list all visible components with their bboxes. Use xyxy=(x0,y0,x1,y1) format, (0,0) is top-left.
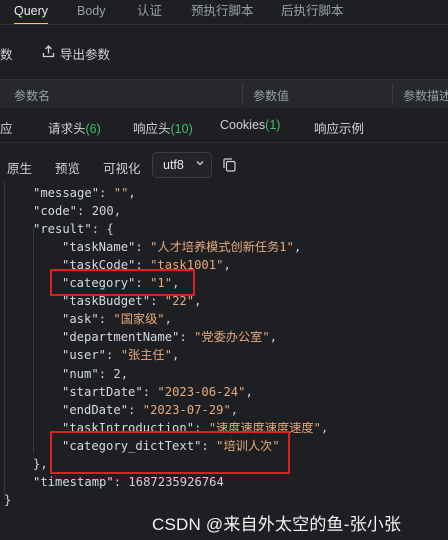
json-line: "message": "", xyxy=(33,186,136,200)
count-badge: (1) xyxy=(265,118,281,132)
json-line: "user": "张主任", xyxy=(62,348,180,363)
json-key: "endDate" xyxy=(62,402,129,417)
tab-response[interactable]: 应 xyxy=(0,118,13,137)
json-key: "result" xyxy=(33,222,92,237)
chevron-down-icon xyxy=(196,161,204,166)
json-punctuation: , xyxy=(293,240,302,255)
col-param-desc: 参数描述 xyxy=(403,89,448,103)
json-punctuation: , xyxy=(120,366,129,381)
watermark: CSDN @来自外太空的鱼-张小张 xyxy=(152,515,402,534)
view-preview-button[interactable]: 预览 xyxy=(55,158,80,177)
json-line: "departmentName": "党委办公室", xyxy=(62,330,278,345)
tab-query[interactable]: Query xyxy=(14,0,49,25)
tab-pre-script[interactable]: 预执行脚本 xyxy=(191,0,254,22)
json-line: } xyxy=(4,491,11,509)
json-line: "result": { xyxy=(33,222,114,237)
json-punctuation: , xyxy=(194,294,202,309)
json-punctuation: , xyxy=(320,420,329,435)
column-divider xyxy=(392,83,393,105)
view-visual-button[interactable]: 可视化 xyxy=(103,158,141,177)
tab-post-script[interactable]: 后执行脚本 xyxy=(281,0,344,22)
json-line: "num": 2, xyxy=(62,366,129,381)
encoding-select[interactable]: utf8 xyxy=(152,152,212,178)
view-raw-button[interactable]: 原生 xyxy=(7,158,32,177)
col-param-value: 参数值 xyxy=(253,89,290,103)
json-value: "人才培养模式创新任务1" xyxy=(150,240,294,255)
column-divider xyxy=(242,83,243,105)
indent-guide xyxy=(33,226,34,454)
response-json-viewer: "message": "", "code": 200, "result": { "ta… xyxy=(0,182,448,540)
json-value: "2023-07-29" xyxy=(142,402,231,417)
export-params-button[interactable]: 导出参数 xyxy=(60,44,110,63)
json-punctuation: , xyxy=(269,330,278,345)
json-punctuation: , xyxy=(245,384,253,399)
param-table-header: 参数名 参数值 参数描述 xyxy=(0,79,448,109)
json-value: } xyxy=(4,492,12,507)
json-key: "message" xyxy=(33,186,100,200)
json-value: 200 xyxy=(91,204,114,219)
json-value: { xyxy=(106,222,114,237)
indent-guide xyxy=(4,182,5,500)
json-value: }, xyxy=(33,456,48,471)
json-value: 1687235926764 xyxy=(128,474,224,489)
json-key: "timestamp" xyxy=(33,474,114,489)
json-line: }, xyxy=(33,455,48,473)
tab-request-headers[interactable]: 请求头(6) xyxy=(48,118,101,137)
json-value: "张主任" xyxy=(120,348,172,363)
tab-cookies[interactable]: Cookies(1) xyxy=(220,118,280,132)
col-param-name: 参数名 xyxy=(14,89,51,103)
json-value: "党委办公室" xyxy=(194,330,270,345)
count-badge: (10) xyxy=(170,122,193,136)
copy-icon[interactable] xyxy=(223,158,236,172)
export-icon xyxy=(42,45,55,58)
tab-response-example[interactable]: 响应示例 xyxy=(314,118,364,137)
json-punctuation: , xyxy=(223,258,231,273)
json-line: "code": 200, xyxy=(33,204,122,219)
view-toolbar: 原生 预览 可视化 utf8 xyxy=(0,150,448,182)
json-key: "departmentName" xyxy=(62,330,180,345)
json-punctuation: , xyxy=(128,186,136,200)
json-line: "taskName": "人才培养模式创新任务1", xyxy=(62,240,302,255)
json-line: "endDate": "2023-07-29", xyxy=(62,402,239,417)
tab-response-headers[interactable]: 响应头(10) xyxy=(133,118,193,137)
highlight-box xyxy=(50,269,195,296)
json-value: "" xyxy=(113,186,129,200)
tab-auth[interactable]: 认证 xyxy=(137,0,162,22)
json-value: "22" xyxy=(164,294,195,309)
json-value: 2 xyxy=(113,366,121,381)
highlight-box xyxy=(50,431,290,474)
divider xyxy=(0,24,448,25)
json-value: "2023-06-24" xyxy=(157,384,246,399)
json-line: "startDate": "2023-06-24", xyxy=(62,384,253,399)
json-punctuation: , xyxy=(164,312,172,327)
encoding-value: utf8 xyxy=(163,158,184,172)
count-badge: (6) xyxy=(85,122,101,136)
json-key: "taskName" xyxy=(62,240,136,255)
json-line: "ask": "国家级", xyxy=(62,312,172,327)
json-key: "user" xyxy=(62,348,107,363)
param-actions: 数 导出参数 xyxy=(0,36,448,70)
json-key: "taskBudget" xyxy=(62,294,151,309)
json-value: "国家级" xyxy=(113,312,165,327)
json-key: "num" xyxy=(62,366,99,381)
json-key: "ask" xyxy=(62,312,99,327)
json-key: "code" xyxy=(33,204,78,219)
response-tabs: 应 请求头(6) 响应头(10) Cookies(1) 响应示例 xyxy=(0,108,448,143)
json-punctuation: , xyxy=(230,402,239,417)
json-line: "timestamp": 1687235926764 xyxy=(33,474,224,489)
bulk-edit-button[interactable]: 数 xyxy=(0,44,13,63)
tab-body[interactable]: Body xyxy=(77,0,106,22)
json-key: "startDate" xyxy=(62,384,143,399)
request-tabs: Query Body 认证 预执行脚本 后执行脚本 xyxy=(0,0,448,25)
json-punctuation: , xyxy=(113,204,122,219)
json-punctuation: , xyxy=(171,348,180,363)
